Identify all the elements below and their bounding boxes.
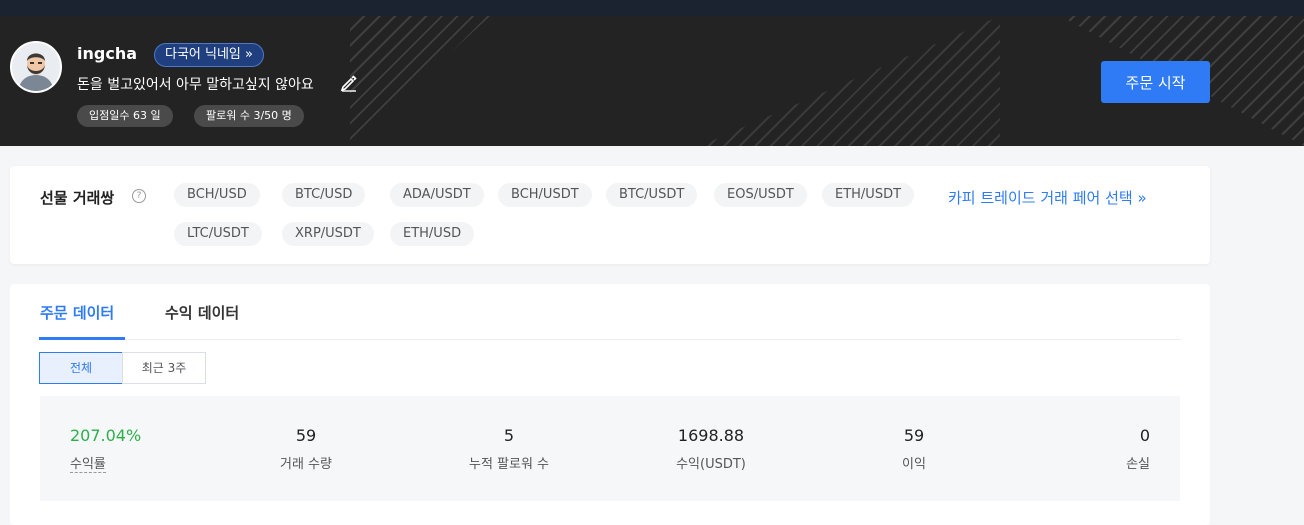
pair-chip: EOS/USDT: [714, 183, 807, 207]
range-recent-3w-button[interactable]: 최근 3주: [122, 352, 206, 384]
pair-chip: LTC/USDT: [174, 222, 262, 246]
question-circle-icon[interactable]: ?: [132, 189, 146, 203]
stat-label: 이익: [902, 457, 926, 472]
pair-chip: XRP/USDT: [282, 222, 374, 246]
tab-divider: [40, 339, 1181, 340]
pair-chip: ADA/USDT: [390, 183, 484, 207]
decorative-stripes: [700, 16, 1000, 146]
stats-panel: 207.04% 수익률 59 거래 수량 5 누적 팔로워 수 1698.88 …: [40, 396, 1180, 501]
double-chevron-right-icon: »: [1137, 189, 1147, 207]
pencil-icon[interactable]: [340, 74, 358, 92]
top-nav-bar: [0, 0, 1304, 16]
stat-value: 5: [503, 426, 515, 445]
avatar: [10, 41, 62, 93]
stat-trade-count: 59 거래 수량: [226, 426, 386, 472]
user-avatar-icon: [12, 43, 60, 91]
stat-value: 207.04%: [70, 426, 142, 445]
profile-header: ingcha 다국어 닉네임 » 돈을 벌고있어서 아무 말하고싶지 않아요 입…: [0, 16, 1304, 146]
username: ingcha: [77, 44, 137, 63]
stat-profit-usdt: 1698.88 수익(USDT): [631, 426, 791, 472]
tab-profit-data[interactable]: 수익 데이터: [165, 302, 239, 323]
active-tab-indicator: [39, 337, 125, 340]
data-card: 주문 데이터 수익 데이터 전체 최근 3주 207.04% 수익률 59 거래…: [10, 284, 1210, 525]
stat-wins: 59 이익: [834, 426, 994, 472]
nickname-badge-label: 다국어 닉네임: [165, 47, 241, 62]
start-order-button[interactable]: 주문 시작: [1101, 61, 1210, 103]
stat-return-rate: 207.04% 수익률: [70, 426, 230, 473]
stat-value: 0: [1139, 426, 1150, 445]
stat-label: 손실: [1126, 457, 1150, 472]
select-copy-pairs-link[interactable]: 카피 트레이드 거래 페어 선택 »: [948, 187, 1147, 208]
stat-label: 누적 팔로워 수: [468, 457, 550, 472]
pair-chip: ETH/USDT: [822, 183, 915, 207]
profile-motto: 돈을 벌고있어서 아무 말하고싶지 않아요: [77, 77, 314, 93]
pair-chip: BCH/USD: [174, 183, 260, 207]
pair-chip: BTC/USDT: [606, 183, 698, 207]
stat-label: 수익(USDT): [676, 457, 746, 472]
pair-chip: ETH/USD: [390, 222, 475, 246]
pair-chip: BCH/USDT: [498, 183, 592, 207]
multilang-nickname-badge[interactable]: 다국어 닉네임 »: [154, 43, 265, 67]
stat-label: 거래 수량: [280, 457, 332, 472]
stat-losses: 0 손실: [990, 426, 1150, 472]
decorative-stripes: [350, 16, 490, 146]
pairs-title: 선물 거래쌍: [40, 189, 115, 207]
double-chevron-right-icon: »: [245, 47, 254, 62]
stat-value: 59: [295, 426, 317, 445]
range-all-button[interactable]: 전체: [39, 352, 123, 384]
stat-value: 1698.88: [677, 426, 745, 445]
futures-pairs-card: 선물 거래쌍 ? BCH/USD BTC/USD ADA/USDT BCH/US…: [10, 166, 1210, 264]
stat-label[interactable]: 수익률: [70, 453, 106, 473]
copy-link-label: 카피 트레이드 거래 페어 선택: [948, 189, 1133, 207]
pair-chip: BTC/USD: [282, 183, 366, 207]
followers-badge: 팔로워 수 3/50 명: [194, 105, 304, 127]
stat-value: 59: [903, 426, 925, 445]
tab-order-data[interactable]: 주문 데이터: [40, 302, 114, 323]
stat-cumulative-followers: 5 누적 팔로워 수: [429, 426, 589, 472]
days-badge: 입점일수 63 일: [77, 105, 173, 127]
